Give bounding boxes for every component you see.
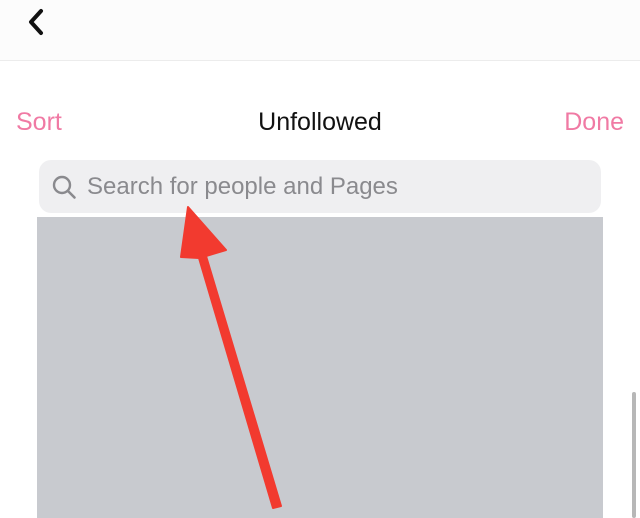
top-navigation-bar <box>0 0 640 61</box>
chevron-left-icon <box>29 9 43 35</box>
page-title: Unfollowed <box>258 108 382 136</box>
results-placeholder <box>37 217 603 518</box>
done-button[interactable]: Done <box>564 108 624 137</box>
back-button[interactable] <box>20 4 52 40</box>
search-icon <box>51 174 77 200</box>
search-input[interactable] <box>85 171 589 202</box>
search-bar[interactable] <box>39 160 601 213</box>
list-header: Sort Unfollowed Done <box>0 100 640 148</box>
scrollbar[interactable] <box>632 392 636 518</box>
unfollowed-screen: Sort Unfollowed Done <box>0 0 640 518</box>
